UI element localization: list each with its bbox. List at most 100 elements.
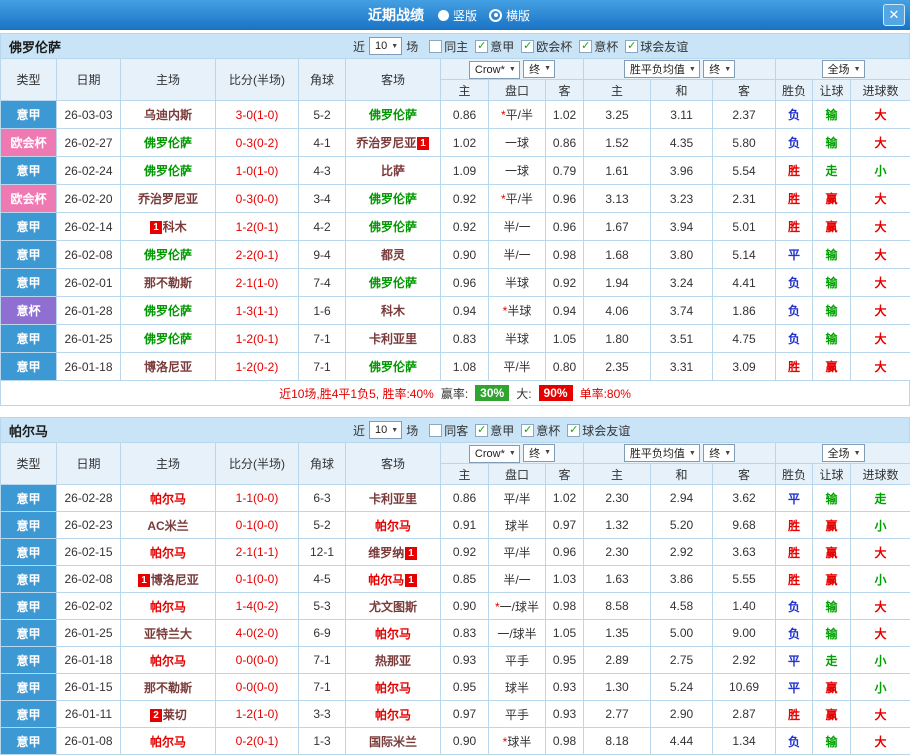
home-team: 亚特兰大 <box>121 620 216 647</box>
ah-home-odds: 1.02 <box>441 129 489 157</box>
checkbox-checked-icon: ✓ <box>625 40 638 53</box>
avg-odds-select[interactable]: 胜平负均值▼ <box>624 60 700 78</box>
checkbox-label: 意甲 <box>490 38 514 55</box>
handicap-result: 走 <box>813 157 851 185</box>
recent-count-select[interactable]: 10▼ <box>369 421 402 439</box>
summary-bar: 近10场,胜4平1负5, 胜率:40% 赢率: 30% 大: 90% 单率:80… <box>0 381 910 406</box>
home-team: AC米兰 <box>121 512 216 539</box>
summary-record: 近10场,胜4平1负5, 胜率:40% <box>279 385 434 402</box>
home-team: 2莱切 <box>121 701 216 728</box>
handicap-result: 赢 <box>813 512 851 539</box>
match-date: 26-02-20 <box>57 185 121 213</box>
match-date: 26-01-11 <box>57 701 121 728</box>
avg-home-odds: 1.52 <box>584 129 651 157</box>
ah-home-odds: 0.96 <box>441 269 489 297</box>
league-type: 意甲 <box>1 241 57 269</box>
wdl-result: 平 <box>776 647 813 674</box>
filter-checkbox-意杯[interactable]: ✓意杯 <box>521 422 560 439</box>
filter-checkbox-球会友谊[interactable]: ✓球会友谊 <box>567 422 630 439</box>
avg-draw-odds: 2.94 <box>651 485 713 512</box>
final-score: 1-2(1-0) <box>216 701 299 728</box>
recent-count-select[interactable]: 10▼ <box>369 37 402 55</box>
filter-checkbox-意杯[interactable]: ✓意杯 <box>579 38 618 55</box>
away-team: 佛罗伦萨 <box>346 185 441 213</box>
chevron-down-icon: ▼ <box>391 427 398 434</box>
handicap-result: 赢 <box>813 566 851 593</box>
ah-final-select[interactable]: 终▼ <box>523 60 555 78</box>
match-row: 意杯26-01-28佛罗伦萨1-3(1-1)1-6科木0.94*半球0.944.… <box>1 297 910 325</box>
goals-result: 小 <box>851 674 910 701</box>
avg-home-odds: 2.30 <box>584 485 651 512</box>
ah-home-odds: 1.08 <box>441 353 489 381</box>
col-ah-line: 盘口 <box>489 80 546 101</box>
away-team: 帕尔马1 <box>346 566 441 593</box>
avg-draw-odds: 2.75 <box>651 647 713 674</box>
corner-score: 4-1 <box>299 129 346 157</box>
avg-home-odds: 1.94 <box>584 269 651 297</box>
ah-final-select[interactable]: 终▼ <box>523 444 555 462</box>
odds-company-select[interactable]: Crow*▼ <box>469 445 520 463</box>
avg-home-odds: 2.30 <box>584 539 651 566</box>
ah-away-odds: 0.96 <box>546 213 584 241</box>
goals-result: 走 <box>851 485 910 512</box>
ah-home-odds: 0.83 <box>441 325 489 353</box>
scope-select[interactable]: 全场▼ <box>822 444 865 462</box>
filter-checkbox-意甲[interactable]: ✓意甲 <box>475 422 514 439</box>
league-type: 意甲 <box>1 674 57 701</box>
scope-select[interactable]: 全场▼ <box>822 60 865 78</box>
final-score: 0-2(0-1) <box>216 728 299 755</box>
avg-odds-select[interactable]: 胜平负均值▼ <box>624 444 700 462</box>
final-score: 0-3(0-0) <box>216 185 299 213</box>
avg-final-select[interactable]: 终▼ <box>703 60 735 78</box>
handicap-result: 输 <box>813 101 851 129</box>
avg-draw-odds: 3.51 <box>651 325 713 353</box>
away-team: 帕尔马 <box>346 701 441 728</box>
avg-draw-odds: 2.90 <box>651 701 713 728</box>
league-type: 意甲 <box>1 213 57 241</box>
avg-odds-header: 胜平负均值▼ 终▼ <box>584 59 776 80</box>
chevron-down-icon: ▼ <box>689 450 696 457</box>
col-goals: 进球数 <box>851 80 910 101</box>
checkbox-label: 意杯 <box>536 422 560 439</box>
avg-away-odds: 1.86 <box>713 297 776 325</box>
asterisk-marker: * <box>495 600 500 614</box>
filter-checkbox-同客[interactable]: 同客 <box>429 422 468 439</box>
filter-checkbox-同主[interactable]: 同主 <box>429 38 468 55</box>
col-goals: 进球数 <box>851 464 910 485</box>
layout-radio-vertical[interactable]: 竖版 <box>438 7 477 24</box>
corner-score: 6-9 <box>299 620 346 647</box>
final-score: 1-2(0-1) <box>216 325 299 353</box>
odds-company-select[interactable]: Crow*▼ <box>469 61 520 79</box>
window-titlebar: 近期战绩 竖版 横版 ✕ <box>0 0 910 30</box>
filter-checkbox-意甲[interactable]: ✓意甲 <box>475 38 514 55</box>
league-type: 意甲 <box>1 539 57 566</box>
ah-away-odds: 1.05 <box>546 325 584 353</box>
checkbox-label: 同主 <box>444 38 468 55</box>
chevron-down-icon: ▼ <box>724 66 731 73</box>
filter-checkbox-球会友谊[interactable]: ✓球会友谊 <box>625 38 688 55</box>
home-team: 博洛尼亚 <box>121 353 216 381</box>
team-section-parma: 帕尔马 近 10▼ 场 同客✓意甲✓意杯✓球会友谊 类型 日期 主场 比分(半场… <box>0 417 910 755</box>
filter-checkbox-欧会杯[interactable]: ✓欧会杯 <box>521 38 572 55</box>
avg-final-select[interactable]: 终▼ <box>703 444 735 462</box>
avg-away-odds: 1.34 <box>713 728 776 755</box>
asterisk-marker: * <box>503 735 508 749</box>
checkbox-label: 同客 <box>444 422 468 439</box>
ah-line: 半球 <box>489 325 546 353</box>
layout-radio-horizontal[interactable]: 横版 <box>489 7 530 24</box>
final-score: 0-1(0-0) <box>216 566 299 593</box>
goals-result: 小 <box>851 647 910 674</box>
corner-score: 1-6 <box>299 297 346 325</box>
wdl-result: 负 <box>776 593 813 620</box>
close-button[interactable]: ✕ <box>883 4 905 26</box>
ah-away-odds: 0.96 <box>546 539 584 566</box>
col-away: 客场 <box>346 443 441 485</box>
final-score: 0-0(0-0) <box>216 647 299 674</box>
handicap-result: 输 <box>813 297 851 325</box>
avg-draw-odds: 3.11 <box>651 101 713 129</box>
ah-home-odds: 0.86 <box>441 485 489 512</box>
avg-away-odds: 3.09 <box>713 353 776 381</box>
avg-away-odds: 3.62 <box>713 485 776 512</box>
goals-result: 大 <box>851 297 910 325</box>
avg-away-odds: 9.00 <box>713 620 776 647</box>
